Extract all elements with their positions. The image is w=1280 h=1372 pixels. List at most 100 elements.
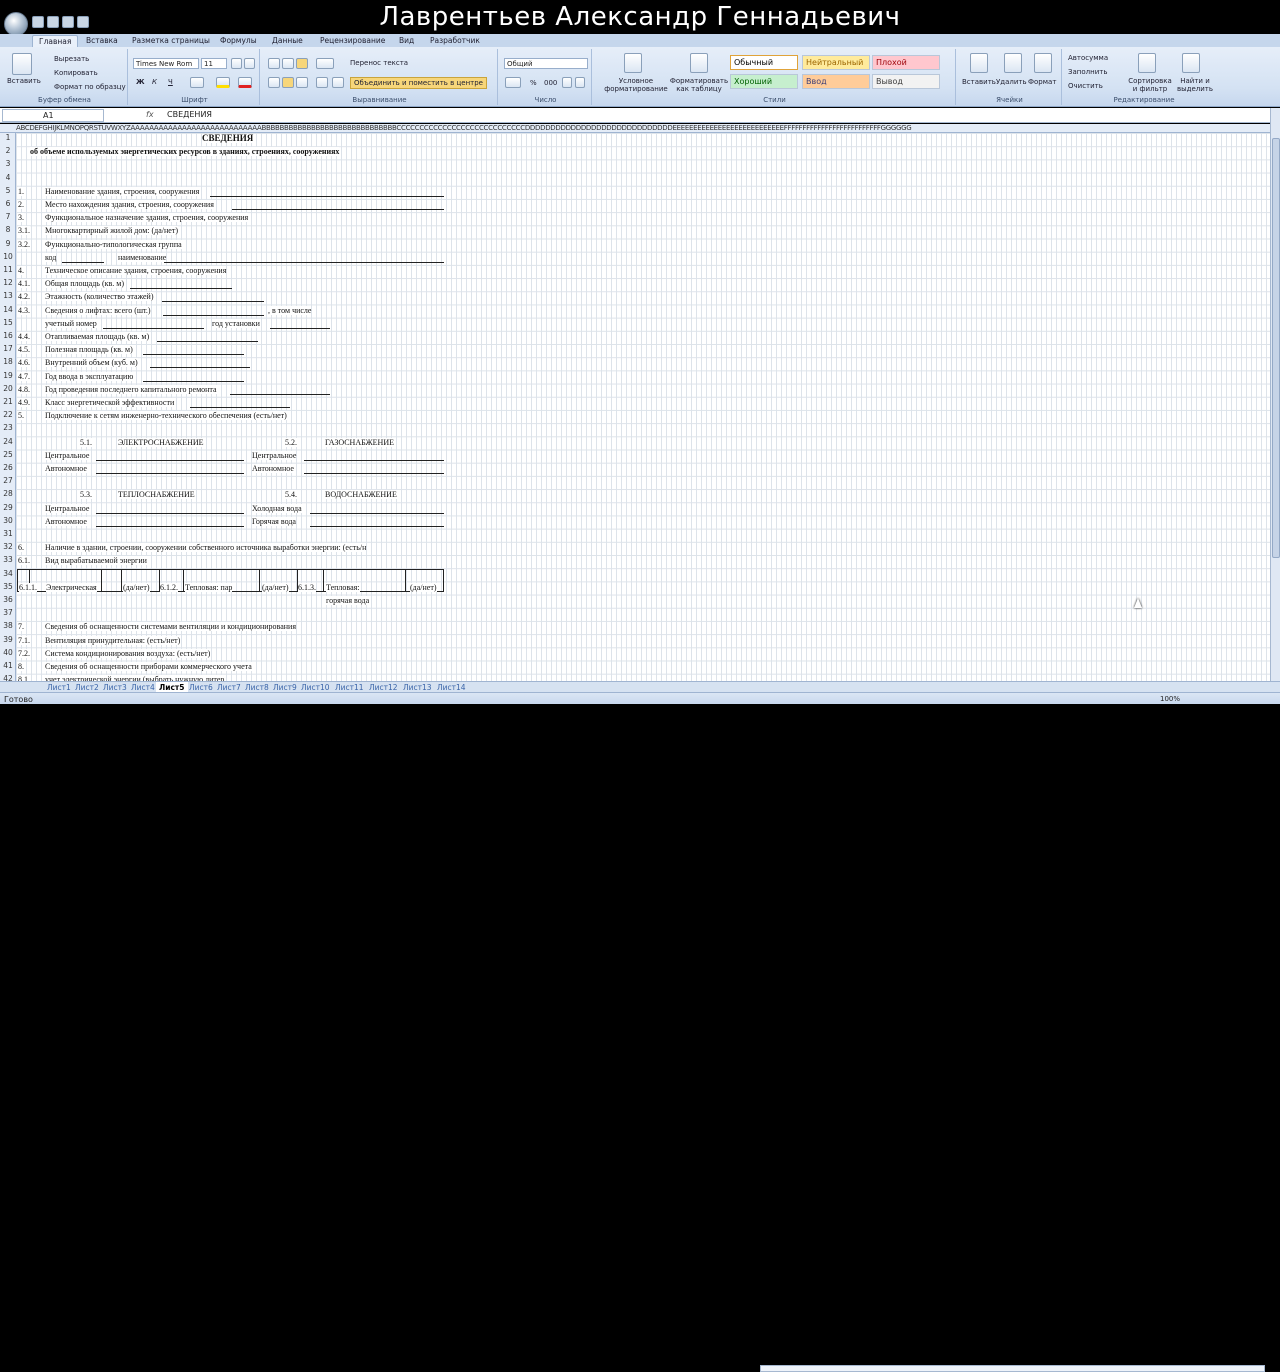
align-right-icon[interactable] [296, 77, 308, 88]
row-number[interactable]: 20 [0, 384, 16, 393]
row-number[interactable]: 18 [0, 357, 16, 366]
cut-button[interactable]: Вырезать [54, 55, 89, 63]
row-number[interactable]: 5 [0, 186, 16, 195]
increase-decimal-icon[interactable] [562, 77, 572, 88]
tab-developer[interactable]: Разработчик [424, 35, 486, 47]
align-left-icon[interactable] [268, 77, 280, 88]
clear-button[interactable]: Очистить [1068, 82, 1103, 90]
row-number[interactable]: 10 [0, 252, 16, 261]
bold-button[interactable]: Ж [136, 78, 145, 86]
item-number[interactable]: 4. [18, 266, 24, 275]
item-label[interactable]: Функционально-типологическая группа [45, 239, 182, 249]
row-number[interactable]: 27 [0, 476, 16, 485]
tab-insert[interactable]: Вставка [80, 35, 124, 47]
delete-cells-button[interactable]: Удалить [996, 78, 1027, 86]
item-label[interactable]: Отапливаемая площадь (кв. м) [45, 332, 150, 341]
table-cell[interactable]: (да/нет) [123, 582, 150, 592]
section-number[interactable]: 5.4. [285, 490, 297, 500]
row-number[interactable]: 13 [0, 291, 16, 300]
item-number[interactable]: 1. [18, 186, 24, 196]
item-label[interactable]: Наименование здания, строения, сооружени… [45, 186, 200, 196]
supply-label[interactable]: Автономное [252, 464, 294, 473]
row-number[interactable]: 25 [0, 450, 16, 459]
cell-style-2[interactable]: Плохой [872, 55, 940, 70]
row-headers[interactable]: 1 2 3 4 5 6 7 8 9 10 11 12 13 14 15 16 17 18 19 20 21 22 23 24 2… [0, 133, 16, 681]
row-number[interactable]: 39 [0, 635, 16, 644]
fx-icon[interactable]: fx [146, 110, 154, 119]
table-cell[interactable]: 6.1.1. [19, 582, 37, 592]
item-number[interactable]: 6.1. [18, 556, 30, 566]
elevator-incl-label[interactable]: , в том числе [268, 305, 312, 315]
paste-button[interactable]: Вставить [7, 77, 41, 85]
item-label[interactable]: Подключение к сетям инженерно-техническо… [45, 411, 287, 421]
item-number[interactable]: 3. [18, 213, 24, 223]
decrease-indent-icon[interactable] [316, 77, 328, 88]
cell-style-5[interactable]: Вывод [872, 74, 940, 89]
italic-button[interactable]: К [152, 78, 157, 86]
percent-button[interactable]: % [530, 79, 537, 87]
row-number[interactable]: 8 [0, 225, 16, 234]
name-box[interactable]: A1 [2, 109, 104, 122]
table-cell[interactable]: Электрическая [46, 582, 97, 592]
table-cell[interactable]: 6.1.2. [160, 582, 178, 592]
tab-page-layout[interactable]: Разметка страницы [126, 35, 216, 47]
wrap-text-button[interactable]: Перенос текста [350, 59, 408, 67]
align-bottom-icon[interactable] [296, 58, 308, 69]
copy-button[interactable]: Копировать [54, 69, 98, 77]
row-number[interactable]: 26 [0, 463, 16, 472]
section-number[interactable]: 5.1. [80, 437, 92, 447]
row-number[interactable]: 15 [0, 318, 16, 327]
sheet-subheading[interactable]: об объеме используемых энергетических ре… [30, 147, 340, 157]
item-label[interactable]: Полезная площадь (кв. м) [45, 345, 133, 355]
number-format-combo[interactable]: Общий [504, 58, 588, 69]
item-number[interactable]: 4.5. [18, 345, 30, 355]
supply-label[interactable]: Центральное [252, 450, 297, 460]
row-number[interactable]: 21 [0, 397, 16, 406]
shrink-font-icon[interactable] [244, 58, 255, 69]
delete-cells-icon[interactable] [1004, 53, 1022, 73]
sheet-heading[interactable]: СВЕДЕНИЯ [202, 134, 254, 143]
row-number[interactable]: 32 [0, 542, 16, 551]
format-cells-button[interactable]: Формат [1028, 78, 1056, 86]
section-title[interactable]: ВОДОСНАБЖЕНИЕ [325, 490, 397, 500]
row-number[interactable]: 40 [0, 648, 16, 657]
orientation-icon[interactable] [316, 58, 334, 69]
item-label[interactable]: Вид вырабатываемой энергии [45, 556, 147, 566]
item-label[interactable]: Функциональное назначение здания, строен… [45, 213, 249, 223]
horizontal-scrollbar[interactable] [760, 1365, 1265, 1372]
item-number[interactable]: 4.1. [18, 279, 30, 289]
item-number[interactable]: 4.4. [18, 332, 30, 341]
row-number[interactable]: 4 [0, 173, 16, 182]
row-number[interactable]: 6 [0, 199, 16, 208]
item-label[interactable]: код [45, 252, 57, 262]
item-label[interactable]: Система кондиционирования воздуха: (есть… [45, 648, 211, 658]
font-size-combo[interactable]: 11 [201, 58, 227, 69]
item-label[interactable]: Сведения об оснащенности приборами комме… [45, 662, 252, 671]
table-cell[interactable]: (да/нет) [410, 582, 437, 592]
row-number[interactable]: 29 [0, 503, 16, 512]
format-as-table-icon[interactable] [690, 53, 708, 73]
align-center-icon[interactable] [282, 77, 294, 88]
increase-indent-icon[interactable] [332, 77, 344, 88]
row-number[interactable]: 2 [0, 146, 16, 155]
row-number[interactable]: 3 [0, 159, 16, 168]
vertical-scrollbar[interactable] [1270, 108, 1280, 684]
cell-style-3[interactable]: Хороший [730, 74, 798, 89]
cell-style-4[interactable]: Ввод [802, 74, 870, 89]
fill-color-icon[interactable] [216, 77, 230, 88]
cell-style-0[interactable]: Обычный [730, 55, 798, 70]
row-number[interactable]: 14 [0, 305, 16, 314]
worksheet[interactable]: ABCDEFGHIJKLMNOPQRSTUVWXYZAAAAAAAAAAAAAA… [0, 124, 1270, 681]
row-number[interactable]: 17 [0, 344, 16, 353]
item-number[interactable]: 8. [18, 662, 24, 671]
row-number[interactable]: 35 [0, 582, 16, 591]
table-cell[interactable]: Тепловая: пар [185, 582, 233, 592]
table-cell[interactable]: (да/нет) [262, 582, 289, 592]
align-top-icon[interactable] [268, 58, 280, 69]
item-number[interactable]: 3.1. [18, 226, 30, 236]
item-number[interactable]: 4.6. [18, 358, 30, 368]
insert-cells-button[interactable]: Вставить [962, 78, 996, 86]
row-number[interactable]: 9 [0, 239, 16, 248]
section-number[interactable]: 5.3. [80, 490, 92, 500]
item-label[interactable]: Год ввода в эксплуатацию [45, 371, 134, 381]
